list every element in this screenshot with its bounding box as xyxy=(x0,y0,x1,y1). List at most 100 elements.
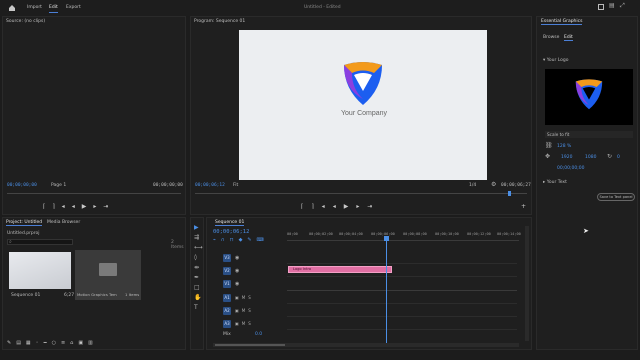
ruler-label: 00;00;06;00 xyxy=(371,232,395,236)
program-transport-controls[interactable]: ⌈⌉◂◂▶▸⇥ xyxy=(301,203,380,210)
program-playhead[interactable] xyxy=(508,191,511,196)
clip-label: Logo Intro xyxy=(293,267,312,271)
tab-export[interactable]: Export xyxy=(66,5,81,10)
rectangle-icon[interactable]: □ xyxy=(194,285,200,291)
media-browser-tab[interactable]: Media Browser xyxy=(47,220,80,225)
project-file-name: Untitled.prproj xyxy=(7,231,40,236)
track-target-v1[interactable]: V1 xyxy=(223,280,231,288)
document-title: Untitled - Edited xyxy=(304,5,341,10)
save-to-text-panel-button[interactable]: Save to Text panel xyxy=(597,193,635,201)
pen-icon[interactable]: ✒ xyxy=(194,275,199,281)
timeline-ruler[interactable]: 00;00 00;00;02;00 00;00;04;00 00;00;06;0… xyxy=(287,229,521,241)
ruler-label: 00;00 xyxy=(287,232,298,236)
program-timecode[interactable]: 00;00;06;12 xyxy=(195,183,225,188)
eye-icon[interactable]: ◉ xyxy=(235,281,239,287)
program-fit-select[interactable]: Fit xyxy=(233,183,238,188)
track-target-a3[interactable]: A3 xyxy=(223,320,231,328)
doc-status-text: - Edited xyxy=(323,5,341,10)
slip-icon[interactable]: ⇹ xyxy=(194,265,199,271)
scale-value[interactable]: 128 % xyxy=(557,144,571,149)
track-target-a2[interactable]: A2 xyxy=(223,307,231,315)
master-track-value[interactable]: 0.0 xyxy=(255,332,262,337)
text-layer-label: Your Text xyxy=(546,180,567,185)
rotation-value[interactable]: 0 xyxy=(617,155,620,160)
sequence-item-name[interactable]: Sequence 01 xyxy=(11,293,40,298)
timeline-playhead-line xyxy=(386,240,387,346)
source-monitor: Source: (no clips) 00;00;00;00 Page 1 00… xyxy=(2,16,186,215)
ruler-label: 00;00;02;00 xyxy=(309,232,333,236)
program-monitor: Program: Sequence 01 Your Company 00;00;… xyxy=(190,16,532,215)
project-tab[interactable]: Project: Untitled xyxy=(6,220,43,226)
audio-track-controls[interactable]: ▣MS xyxy=(235,308,254,313)
company-name: Your Company xyxy=(341,110,388,117)
wrench-icon[interactable]: ⚙ xyxy=(491,182,496,188)
program-duration: 00;00;06;27 xyxy=(501,183,531,188)
scale-link-icon[interactable]: ⛓ xyxy=(545,143,553,149)
info-icon[interactable]: ▤ xyxy=(609,3,615,9)
workspace-icon[interactable] xyxy=(598,4,604,10)
track-target-v3[interactable]: V3 xyxy=(223,254,231,262)
text-layer[interactable]: ▸ Your Text xyxy=(543,180,567,185)
timeline-toolbar[interactable]: ⌁∩⊓◆✎⌨ xyxy=(213,237,269,243)
essential-graphics-tab[interactable]: Essential Graphics xyxy=(541,19,583,25)
hand-icon[interactable]: ✋ xyxy=(194,295,201,301)
position-y[interactable]: 1080 xyxy=(585,155,596,160)
top-bar: Import Edit Export Untitled - Edited ▤ ⤢ xyxy=(0,0,640,16)
position-icon[interactable]: ✥ xyxy=(545,154,550,160)
project-search-input[interactable]: ⌕ xyxy=(7,239,73,245)
timeline-vertical-scrollbar[interactable] xyxy=(525,226,529,341)
track-target-v2[interactable]: V2 xyxy=(223,267,231,275)
razor-icon[interactable]: ◊ xyxy=(194,255,197,261)
ripple-edit-icon[interactable]: ⟷ xyxy=(194,245,203,251)
mogrt-folder-tile[interactable]: Motion Graphics Templa... 1 Items xyxy=(75,250,141,300)
program-quality-select[interactable]: 1/4 xyxy=(469,183,476,188)
source-scrubber[interactable] xyxy=(7,193,181,194)
source-duration: 00;00;00;00 xyxy=(153,183,183,188)
tab-edit[interactable]: Edit xyxy=(49,5,58,13)
doc-title-text: Untitled xyxy=(304,5,322,10)
rotation-icon[interactable]: ↻ xyxy=(607,154,612,160)
logo-preview-icon xyxy=(575,79,603,110)
track-select-icon[interactable]: ⇶ xyxy=(194,235,199,241)
eye-icon[interactable]: ◉ xyxy=(235,268,239,274)
program-tab[interactable]: Program: Sequence 01 xyxy=(194,19,245,24)
source-tab[interactable]: Source: (no clips) xyxy=(6,19,45,24)
ruler-label: 00;00;10;00 xyxy=(435,232,459,236)
source-page-select[interactable]: Page 1 xyxy=(51,183,66,188)
type-icon[interactable]: T xyxy=(194,305,198,311)
tab-import[interactable]: Import xyxy=(27,5,42,10)
sequence-thumbnail[interactable] xyxy=(9,252,71,289)
subtab-browse[interactable]: Browse xyxy=(543,35,559,40)
track-divider xyxy=(287,263,517,264)
project-bottom-toolbar[interactable]: ✎▤▦◦━○≡⌂▣▥ xyxy=(7,340,98,346)
track-target-a1[interactable]: A1 xyxy=(223,294,231,302)
audio-track-controls[interactable]: ▣MS xyxy=(235,295,254,300)
add-button-icon[interactable]: + xyxy=(521,203,526,210)
source-timecode[interactable]: 00;00;00;00 xyxy=(7,183,37,188)
subtab-edit[interactable]: Edit xyxy=(564,35,573,41)
sequence-tab[interactable]: Sequence 01 xyxy=(215,220,245,226)
layer-name[interactable]: ▾ Your Logo xyxy=(543,58,569,63)
home-icon[interactable] xyxy=(8,4,16,14)
track-divider xyxy=(287,303,517,304)
fullscreen-icon[interactable]: ⤢ xyxy=(620,3,625,9)
audio-track-controls[interactable]: ▣MS xyxy=(235,321,254,326)
position-x[interactable]: 1920 xyxy=(561,155,572,160)
selection-tool-icon[interactable]: ▶ xyxy=(194,224,199,231)
timeline-timecode[interactable]: 00;00;06;12 xyxy=(213,229,249,235)
layer-label-text: Your Logo xyxy=(546,58,569,63)
master-track-label: Mix xyxy=(223,332,231,337)
timeline-horizontal-scrollbar[interactable] xyxy=(213,343,519,347)
scroll-thumb[interactable] xyxy=(215,344,285,346)
mogrt-folder-name[interactable]: Motion Graphics Templa... xyxy=(77,292,117,297)
timecode-field[interactable]: 00;00;00;00 xyxy=(557,166,584,171)
program-scrubber[interactable] xyxy=(195,193,527,194)
timeline-clip-logo[interactable]: Logo Intro xyxy=(288,266,392,273)
tools-panel: ▶ ⇶ ⟷ ◊ ⇹ ✒ □ ✋ T xyxy=(190,217,204,350)
eye-icon[interactable]: ◉ xyxy=(235,255,239,261)
ruler-label: 00;00;12;00 xyxy=(467,232,491,236)
scale-dropdown[interactable]: Scale to fit xyxy=(545,131,633,138)
source-transport-controls[interactable]: ⌈⌉◂◂▶▸⇥ xyxy=(43,203,115,210)
program-preview: Your Company xyxy=(239,30,487,180)
mogrt-folder-count: 1 Items xyxy=(125,292,140,297)
